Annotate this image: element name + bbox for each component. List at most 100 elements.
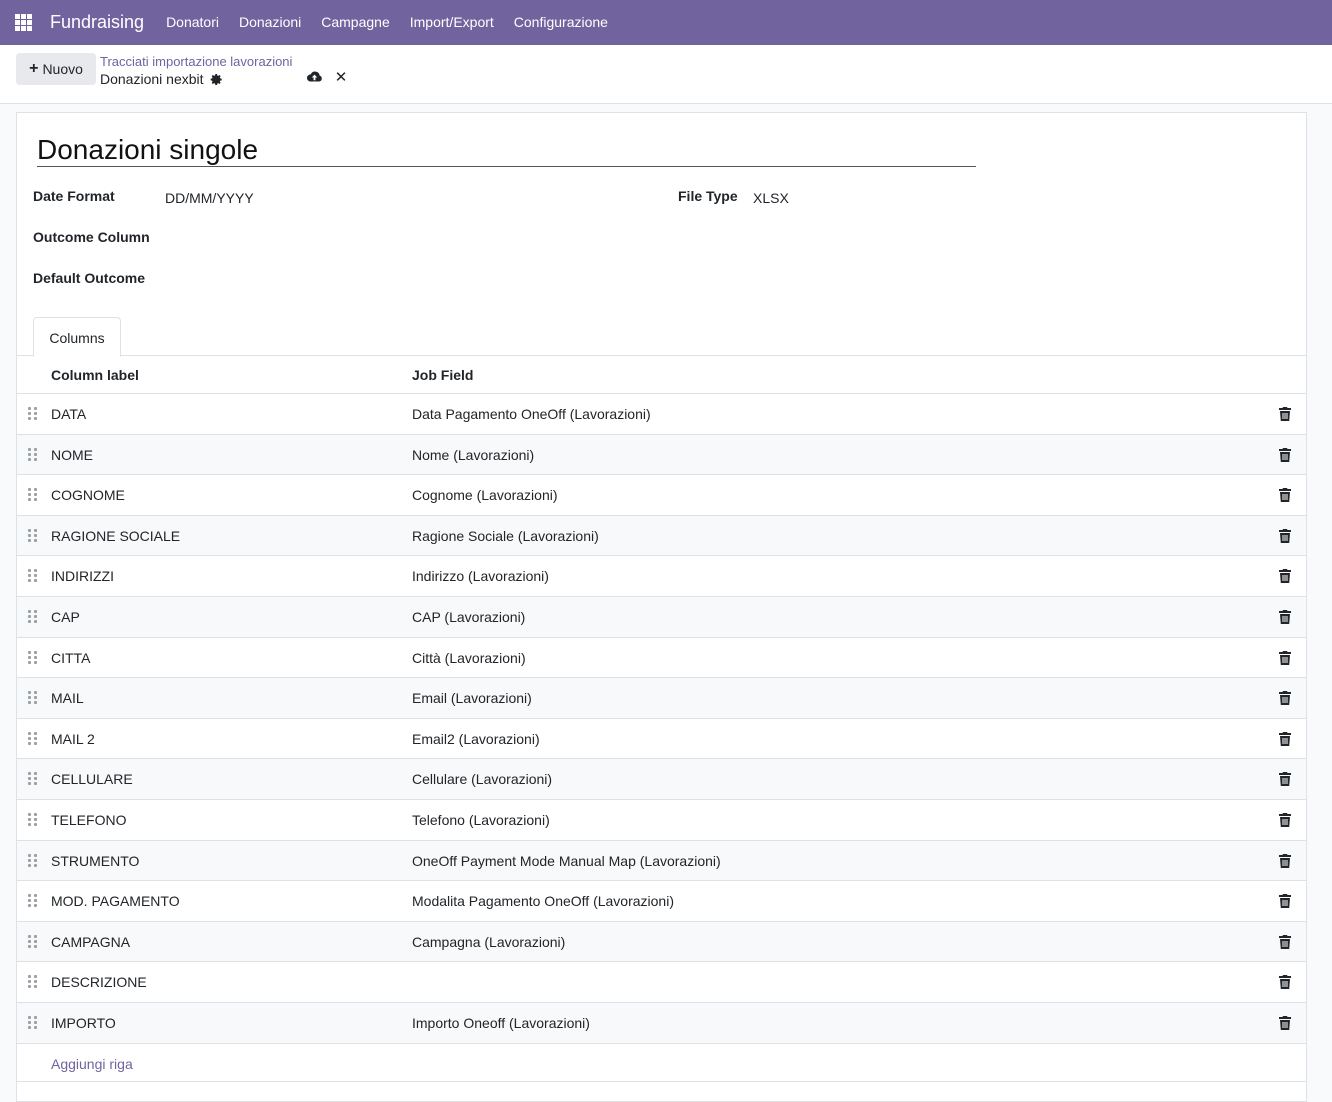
outcome-column-field[interactable] [165, 229, 465, 247]
table-row[interactable]: COGNOME Cognome (Lavorazioni) [17, 475, 1306, 516]
column-label-cell[interactable]: STRUMENTO [51, 853, 139, 869]
column-label-cell[interactable]: INDIRIZZI [51, 568, 114, 584]
table-row[interactable]: CITTA Città (Lavorazioni) [17, 637, 1306, 679]
trash-icon[interactable] [1279, 609, 1291, 624]
drag-handle-icon[interactable] [28, 894, 38, 908]
table-row[interactable]: TELEFONO Telefono (Lavorazioni) [17, 799, 1306, 841]
table-row[interactable]: IMPORTO Importo Oneoff (Lavorazioni) [17, 1002, 1306, 1044]
drag-handle-icon[interactable] [28, 488, 38, 502]
add-line-link[interactable]: Aggiungi riga [51, 1056, 133, 1072]
job-field-cell[interactable]: Data Pagamento OneOff (Lavorazioni) [412, 406, 651, 422]
close-icon[interactable]: ✕ [334, 70, 348, 85]
column-label-cell[interactable]: MAIL 2 [51, 731, 95, 747]
trash-icon[interactable] [1279, 691, 1291, 706]
trash-icon[interactable] [1279, 934, 1291, 949]
cloud-upload-icon[interactable] [306, 70, 323, 84]
column-label-cell[interactable]: CITTA [51, 650, 90, 666]
drag-handle-icon[interactable] [28, 853, 38, 868]
table-row[interactable]: INDIRIZZI Indirizzo (Lavorazioni) [17, 556, 1306, 597]
job-field-cell[interactable]: Nome (Lavorazioni) [412, 447, 534, 463]
menu-donatori[interactable]: Donatori [156, 0, 229, 45]
menu-donazioni[interactable]: Donazioni [229, 0, 311, 45]
column-label-cell[interactable]: TELEFONO [51, 812, 126, 828]
job-field-cell[interactable]: Cellulare (Lavorazioni) [412, 771, 552, 787]
job-field-cell[interactable]: Modalita Pagamento OneOff (Lavorazioni) [412, 893, 674, 909]
column-label-cell[interactable]: DESCRIZIONE [51, 974, 147, 990]
job-field-cell[interactable]: Email2 (Lavorazioni) [412, 731, 540, 747]
drag-handle-icon[interactable] [28, 609, 38, 624]
job-field-cell[interactable]: OneOff Payment Mode Manual Map (Lavorazi… [412, 853, 721, 869]
table-row[interactable]: CELLULARE Cellulare (Lavorazioni) [17, 759, 1306, 800]
trash-icon[interactable] [1279, 975, 1291, 990]
trash-icon[interactable] [1279, 812, 1291, 827]
column-label-cell[interactable]: CAP [51, 609, 80, 625]
new-button[interactable]: + Nuovo [16, 53, 96, 85]
column-label-cell[interactable]: MOD. PAGAMENTO [51, 893, 180, 909]
file-type-field[interactable]: XLSX [753, 190, 789, 206]
tab-columns[interactable]: Columns [33, 317, 121, 357]
trash-icon[interactable] [1279, 447, 1291, 462]
trash-icon[interactable] [1279, 407, 1291, 421]
drag-handle-icon[interactable] [28, 650, 38, 665]
table-row[interactable]: MAIL Email (Lavorazioni) [17, 678, 1306, 719]
trash-icon[interactable] [1279, 772, 1291, 787]
drag-handle-icon[interactable] [28, 975, 38, 989]
trash-icon[interactable] [1279, 731, 1291, 746]
table-row[interactable]: DATA Data Pagamento OneOff (Lavorazioni) [17, 394, 1306, 435]
table-row[interactable]: MAIL 2 Email2 (Lavorazioni) [17, 718, 1306, 760]
menu-import-export[interactable]: Import/Export [400, 0, 504, 45]
breadcrumb-parent[interactable]: Tracciati importazione lavorazioni [100, 54, 292, 69]
table-row[interactable]: CAMPAGNA Campagna (Lavorazioni) [17, 921, 1306, 963]
column-label-cell[interactable]: NOME [51, 447, 93, 463]
column-label-cell[interactable]: DATA [51, 406, 86, 422]
drag-handle-icon[interactable] [28, 1015, 38, 1030]
drag-handle-icon[interactable] [28, 812, 38, 827]
table-row[interactable]: NOME Nome (Lavorazioni) [17, 434, 1306, 476]
table-row[interactable]: MOD. PAGAMENTO Modalita Pagamento OneOff … [17, 881, 1306, 922]
job-field-cell[interactable]: Importo Oneoff (Lavorazioni) [412, 1015, 590, 1031]
column-label-cell[interactable]: CAMPAGNA [51, 934, 130, 950]
job-field-cell[interactable]: Città (Lavorazioni) [412, 650, 526, 666]
drag-handle-icon[interactable] [28, 569, 38, 583]
trash-icon[interactable] [1279, 488, 1291, 503]
job-field-cell[interactable]: Cognome (Lavorazioni) [412, 487, 558, 503]
job-field-cell[interactable]: Indirizzo (Lavorazioni) [412, 568, 549, 584]
record-title-input[interactable]: Donazioni singole [37, 133, 976, 167]
job-field-cell[interactable]: Ragione Sociale (Lavorazioni) [412, 528, 599, 544]
column-label-cell[interactable]: IMPORTO [51, 1015, 116, 1031]
drag-handle-icon[interactable] [28, 691, 38, 705]
column-label-cell[interactable]: RAGIONE SOCIALE [51, 528, 180, 544]
trash-icon[interactable] [1279, 853, 1291, 868]
drag-handle-icon[interactable] [28, 447, 38, 462]
job-field-cell[interactable]: Email (Lavorazioni) [412, 690, 532, 706]
menu-campagne[interactable]: Campagne [311, 0, 400, 45]
job-field-cell[interactable]: CAP (Lavorazioni) [412, 609, 525, 625]
table-row[interactable]: DESCRIZIONE [17, 962, 1306, 1003]
column-label-header[interactable]: Column label [51, 367, 139, 383]
date-format-field[interactable]: DD/MM/YYYY [165, 190, 254, 206]
table-row[interactable]: STRUMENTO OneOff Payment Mode Manual Map … [17, 840, 1306, 882]
job-field-header[interactable]: Job Field [412, 367, 473, 383]
trash-icon[interactable] [1279, 1015, 1291, 1030]
drag-handle-icon[interactable] [28, 934, 38, 949]
trash-icon[interactable] [1279, 528, 1291, 543]
app-brand[interactable]: Fundraising [50, 12, 144, 33]
apps-grid-icon[interactable] [0, 0, 46, 45]
drag-handle-icon[interactable] [28, 772, 38, 786]
column-label-cell[interactable]: CELLULARE [51, 771, 133, 787]
job-field-cell[interactable]: Telefono (Lavorazioni) [412, 812, 550, 828]
drag-handle-icon[interactable] [28, 731, 38, 746]
drag-handle-icon[interactable] [28, 407, 38, 421]
drag-handle-icon[interactable] [28, 528, 38, 543]
table-row[interactable]: CAP CAP (Lavorazioni) [17, 596, 1306, 638]
gear-icon[interactable] [210, 73, 223, 86]
column-label-cell[interactable]: MAIL [51, 690, 84, 706]
table-row[interactable]: RAGIONE SOCIALE Ragione Sociale (Lavorazi… [17, 515, 1306, 557]
default-outcome-field[interactable] [165, 270, 465, 288]
trash-icon[interactable] [1279, 894, 1291, 909]
column-label-cell[interactable]: COGNOME [51, 487, 125, 503]
trash-icon[interactable] [1279, 569, 1291, 584]
menu-configurazione[interactable]: Configurazione [504, 0, 618, 45]
job-field-cell[interactable]: Campagna (Lavorazioni) [412, 934, 565, 950]
trash-icon[interactable] [1279, 650, 1291, 665]
